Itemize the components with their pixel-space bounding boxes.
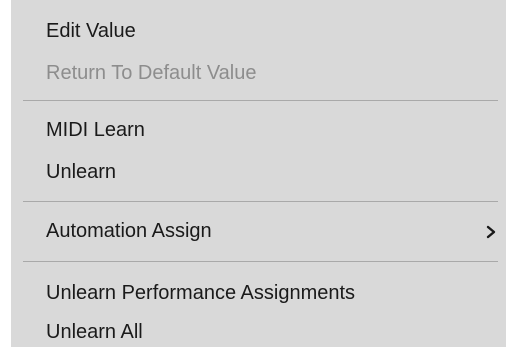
- context-menu: Edit Value Return To Default Value MIDI …: [11, 0, 506, 347]
- menu-item-edit-value[interactable]: Edit Value: [46, 19, 136, 43]
- menu-item-unlearn-all[interactable]: Unlearn All: [46, 320, 143, 344]
- menu-item-midi-learn[interactable]: MIDI Learn: [46, 118, 145, 142]
- menu-separator: [23, 261, 498, 262]
- menu-separator: [23, 100, 498, 101]
- menu-item-automation-assign[interactable]: Automation Assign: [46, 219, 212, 243]
- menu-item-unlearn[interactable]: Unlearn: [46, 160, 116, 184]
- chevron-right-icon: [486, 225, 496, 239]
- menu-item-return-to-default-value: Return To Default Value: [46, 62, 257, 84]
- menu-separator: [23, 201, 498, 202]
- menu-item-unlearn-performance-assignments[interactable]: Unlearn Performance Assignments: [46, 281, 355, 305]
